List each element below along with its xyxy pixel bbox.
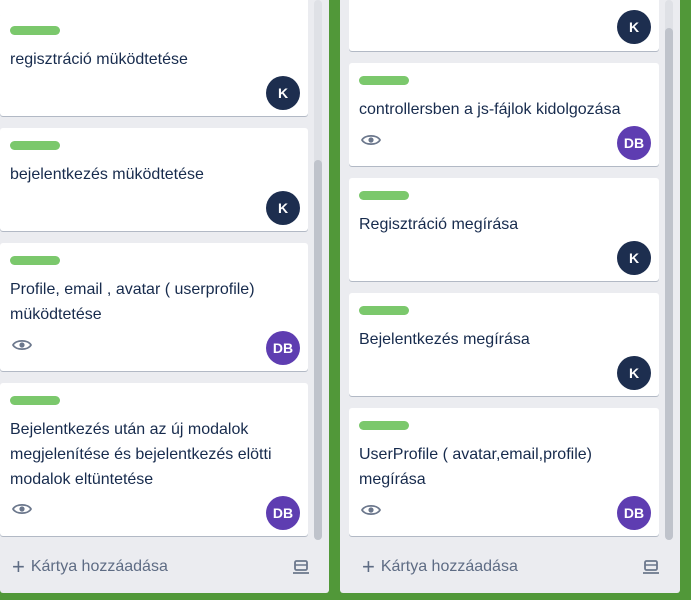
card-title: Regisztráció megírása [359, 216, 519, 233]
card-title: controllersben a js-fájlok kidolgozása [359, 101, 621, 118]
eye-icon [12, 503, 32, 515]
card-title: Profile, email , avatar ( userprofile) m… [10, 281, 255, 323]
green-label[interactable] [359, 306, 409, 315]
add-card-button[interactable]: + Kártya hozzáadása [12, 553, 168, 581]
add-card-button[interactable]: + Kártya hozzáadása [362, 553, 518, 581]
green-label[interactable] [10, 396, 60, 405]
plus-icon: + [12, 554, 25, 579]
green-label[interactable] [10, 141, 60, 150]
card-title: Bejelentkezés megírása [359, 331, 530, 348]
card[interactable]: Bejelentkezés megírása K [349, 293, 659, 396]
plus-icon: + [362, 554, 375, 579]
member-avatar[interactable]: DB [617, 126, 651, 160]
member-avatar[interactable]: K [617, 241, 651, 275]
card[interactable]: Profile, email , avatar ( userprofile) m… [0, 243, 308, 371]
eye-icon [12, 339, 32, 351]
scrollbar-thumb[interactable] [314, 160, 322, 540]
list-left: regisztráció müködtetése K bejelentkezés… [0, 0, 329, 593]
green-label[interactable] [10, 26, 60, 35]
eye-icon [361, 134, 381, 146]
scrollbar-thumb[interactable] [665, 28, 673, 540]
member-avatar[interactable]: K [617, 10, 651, 44]
card[interactable]: controllersben a js-fájlok kidolgozása D… [349, 63, 659, 166]
card-title: UserProfile ( avatar,email,profile) megí… [359, 446, 592, 488]
member-avatar[interactable]: K [266, 76, 300, 110]
card[interactable]: bejelentkezés müködtetése K [0, 128, 308, 231]
green-label[interactable] [359, 76, 409, 85]
card-title: bejelentkezés müködtetése [10, 166, 204, 183]
card[interactable]: regisztráció müködtetése K [0, 13, 308, 116]
card[interactable]: Regisztráció megírása K [349, 178, 659, 281]
card[interactable]: UserProfile ( avatar,email,profile) megí… [349, 408, 659, 536]
member-avatar[interactable]: K [266, 191, 300, 225]
green-label[interactable] [10, 256, 60, 265]
green-label[interactable] [359, 191, 409, 200]
member-avatar[interactable]: K [617, 356, 651, 390]
card-title: Bejelentkezés után az új modalok megjele… [10, 421, 272, 488]
card-partial-top[interactable]: K [349, 0, 659, 51]
card-template-icon[interactable] [642, 559, 660, 575]
member-avatar[interactable]: DB [617, 496, 651, 530]
eye-icon [361, 504, 381, 516]
member-avatar[interactable]: DB [266, 496, 300, 530]
add-card-label: Kártya hozzáadása [380, 558, 518, 575]
green-label[interactable] [359, 421, 409, 430]
card[interactable]: Bejelentkezés után az új modalok megjele… [0, 383, 308, 536]
list-right: K controllersben a js-fájlok kidolgozása… [340, 0, 680, 593]
add-card-label: Kártya hozzáadása [30, 558, 168, 575]
card-title: regisztráció müködtetése [10, 51, 188, 68]
card-template-icon[interactable] [292, 559, 310, 575]
member-avatar[interactable]: DB [266, 331, 300, 365]
